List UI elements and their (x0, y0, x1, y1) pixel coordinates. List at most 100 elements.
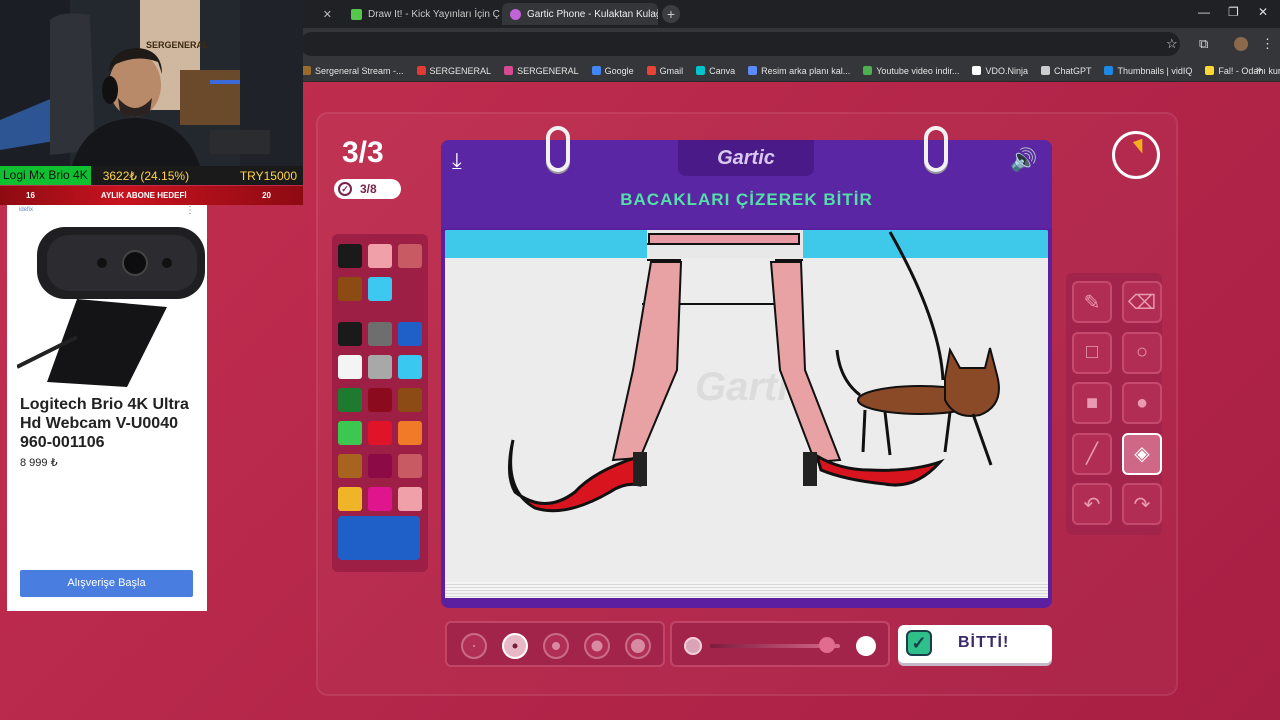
brush-size-option[interactable] (625, 633, 651, 659)
line-tool-button[interactable]: ╱ (1072, 432, 1112, 475)
rectangle-outline-tool-button[interactable]: □ (1072, 331, 1112, 374)
close-tab-icon[interactable]: ✕ (323, 8, 332, 21)
binder-ring-icon (546, 126, 570, 172)
bookmark-favicon-icon (591, 66, 601, 75)
favicon-icon (510, 8, 521, 20)
color-swatch[interactable] (338, 388, 362, 412)
color-swatch[interactable] (338, 487, 362, 511)
ad-source: idefix (19, 207, 34, 213)
bookmark-item[interactable]: SERGENERAL (504, 66, 579, 76)
fill-bucket-icon: ◈ (1134, 443, 1150, 465)
browser-tab-active[interactable]: Gartic Phone - Kulaktan Kulağa ✕ (502, 3, 658, 25)
bookmark-star-icon[interactable]: ☆ (1166, 36, 1178, 52)
color-swatch[interactable] (368, 244, 392, 268)
bookmark-favicon-icon (1205, 66, 1215, 75)
profile-avatar[interactable] (1234, 37, 1248, 51)
bookmark-item[interactable]: Google (591, 65, 634, 76)
shop-now-button[interactable]: Alışverişe Başla (20, 570, 193, 597)
url-input[interactable] (300, 32, 1180, 56)
eraser-tool-button[interactable]: ⌫ (1122, 281, 1162, 323)
opacity-slider-knob[interactable] (819, 637, 835, 653)
color-swatch[interactable] (368, 454, 392, 478)
bookmark-item[interactable]: SERGENERAL (416, 66, 491, 76)
goal-product-name: Logi Mx Brio 4K (0, 166, 91, 185)
sub-goal-label: AYLIK ABONE HEDEFİ (100, 191, 187, 200)
browser-tab[interactable]: Draw It! - Kick Yayınları İçin Çiz ✕ (343, 3, 500, 25)
bookmark-item[interactable]: Gmail (646, 66, 683, 76)
bookmark-item[interactable]: Thumbnails | vidIQ (1104, 66, 1192, 76)
bookmark-favicon-icon (748, 66, 758, 75)
bookmark-label: Sergeneral Stream -... (315, 65, 404, 76)
redo-tool-button[interactable]: ↷ (1122, 483, 1162, 525)
bookmark-favicon-icon (416, 66, 426, 75)
brush-size-dot-icon (591, 640, 603, 652)
goal-progress: 3622₺ (24.15%) (102, 168, 190, 183)
color-swatch[interactable] (398, 454, 422, 478)
color-swatch[interactable] (368, 277, 392, 301)
bookmark-item[interactable]: Sergeneral Stream -... (302, 66, 404, 76)
more-options-icon[interactable]: ⋮ (185, 205, 195, 216)
color-swatch[interactable] (338, 355, 362, 379)
product-image[interactable] (17, 217, 207, 387)
bookmark-label: Canva (709, 65, 736, 76)
brush-size-option[interactable] (543, 633, 569, 659)
extensions-icon[interactable]: ⧉ (1199, 36, 1208, 52)
color-swatch[interactable] (338, 322, 362, 346)
ellipse-outline-tool-button[interactable]: ○ (1122, 331, 1162, 374)
maximize-icon[interactable]: ❐ (1228, 5, 1239, 19)
color-swatch[interactable] (338, 454, 362, 478)
ellipse-filled-tool-button[interactable]: ● (1122, 382, 1162, 424)
tab-title: Draw It! - Kick Yayınları İçin Çiz (368, 8, 500, 20)
bookmark-favicon-icon (1104, 66, 1114, 75)
favicon-icon (351, 8, 362, 20)
bookmark-item[interactable]: Resim arka planı kal... (748, 66, 850, 76)
ad-title[interactable]: Logitech Brio 4K Ultra Hd Webcam V-U0040… (20, 395, 200, 452)
sound-icon[interactable]: 🔊 (1010, 147, 1037, 173)
bookmark-label: Google (604, 65, 634, 76)
close-window-icon[interactable]: ✕ (1258, 5, 1268, 19)
bookmark-item[interactable]: Canva (696, 66, 735, 76)
pencil-tool-button[interactable]: ✎ (1072, 281, 1112, 323)
undo-tool-button[interactable]: ↶ (1072, 483, 1112, 525)
color-swatch[interactable] (368, 487, 392, 511)
bookmark-favicon-icon (1040, 66, 1050, 75)
download-icon[interactable]: ⤓ (452, 148, 462, 174)
rectangle-filled-tool-button[interactable]: ■ (1072, 382, 1112, 424)
browser-tab[interactable]: ✕ (302, 3, 340, 25)
bookmark-item[interactable]: Fal! - Odanı kur ar... (1205, 66, 1280, 76)
bookmark-item[interactable]: ChatGPT (1040, 65, 1092, 76)
bookmark-label: ChatGPT (1053, 65, 1092, 76)
color-swatch[interactable] (398, 388, 422, 412)
brush-size-option[interactable] (584, 633, 610, 659)
opacity-slider[interactable] (670, 621, 890, 667)
new-tab-button[interactable]: + (662, 5, 680, 23)
selected-color-swatch[interactable] (338, 516, 420, 560)
color-swatch[interactable] (398, 421, 422, 445)
color-swatch[interactable] (368, 322, 392, 346)
color-swatch[interactable] (398, 487, 422, 511)
bookmark-item[interactable]: VDO.Ninja (972, 66, 1028, 76)
subscriber-goal-bar: 16 AYLIK ABONE HEDEFİ 20 (0, 186, 303, 205)
color-swatch[interactable] (398, 322, 422, 346)
opacity-max-icon (856, 636, 876, 656)
color-swatch[interactable] (338, 277, 362, 301)
minimize-icon[interactable]: — (1198, 5, 1210, 19)
brush-size-option[interactable] (461, 633, 487, 659)
bookmark-item[interactable]: Youtube video indir... (863, 66, 959, 76)
color-swatch[interactable] (398, 244, 422, 268)
drawing-canvas[interactable]: Gartic (445, 230, 1048, 598)
color-swatch[interactable] (338, 421, 362, 445)
menu-icon[interactable]: ⋮ (1261, 36, 1274, 52)
bookmark-favicon-icon (696, 66, 706, 75)
goal-target: TRY15000 (239, 168, 297, 183)
bookmarks-overflow-icon[interactable]: » (1256, 64, 1262, 76)
color-swatch[interactable] (368, 388, 392, 412)
color-swatch[interactable] (338, 244, 362, 268)
color-swatch[interactable] (368, 355, 392, 379)
color-swatch[interactable] (398, 355, 422, 379)
color-swatch[interactable] (368, 421, 392, 445)
brush-size-option[interactable] (502, 633, 528, 659)
players-done-badge: ✓ 3/8 (334, 179, 401, 199)
done-button[interactable]: ✓ BİTTİ! (898, 625, 1052, 663)
fill-bucket-tool-button[interactable]: ◈ (1122, 432, 1162, 475)
